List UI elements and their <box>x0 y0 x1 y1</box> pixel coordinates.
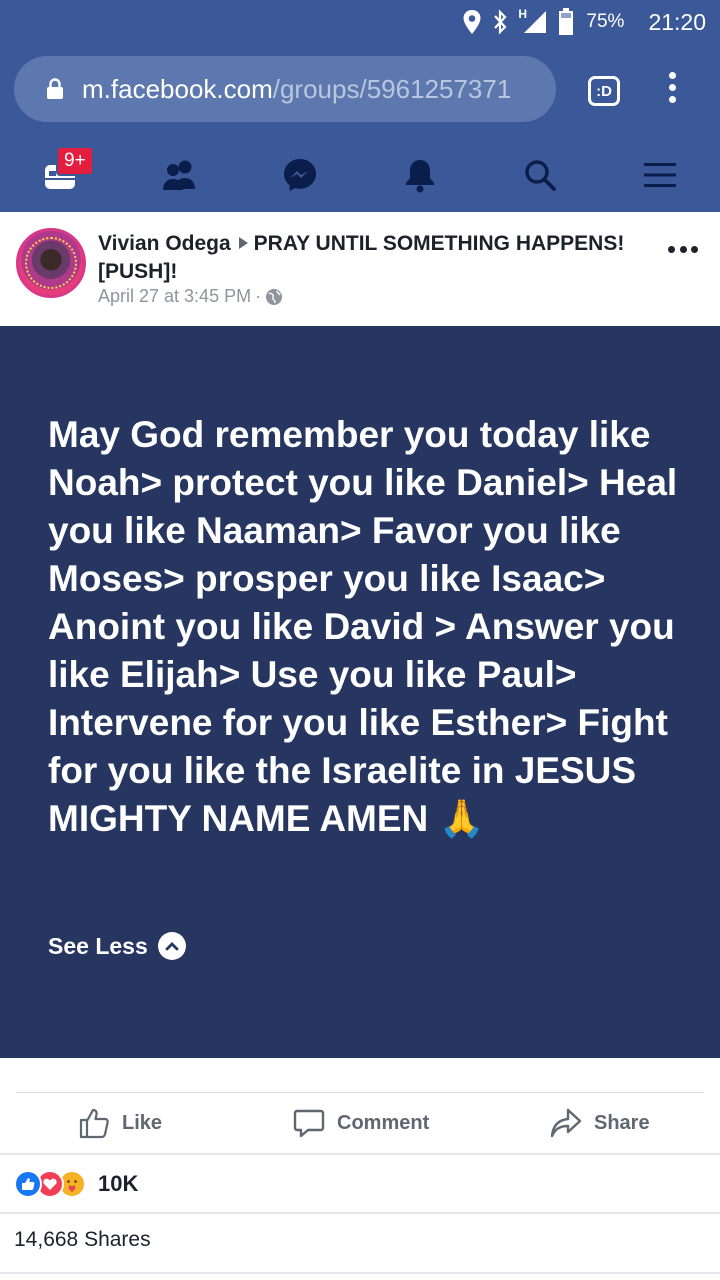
divider <box>0 1153 720 1155</box>
search-icon <box>525 160 556 191</box>
reaction-count: 10K <box>98 1171 139 1196</box>
praying-hands-emoji: 🙏 <box>438 798 485 839</box>
see-less-button[interactable]: See Less <box>48 932 186 960</box>
url-text: m.facebook.com/groups/5961257371 <box>82 74 511 105</box>
messenger-icon <box>284 159 316 191</box>
menu-icon <box>644 163 676 187</box>
share-button[interactable]: Share <box>550 1093 650 1153</box>
like-button[interactable]: Like <box>78 1093 162 1153</box>
author-avatar[interactable] <box>16 228 86 298</box>
nav-messenger[interactable] <box>270 150 330 200</box>
post-actions: Like Comment Share <box>0 1093 720 1153</box>
tab-switcher-button[interactable]: :D <box>588 76 620 106</box>
lock-icon <box>47 78 63 99</box>
globe-icon <box>266 288 283 305</box>
comment-icon <box>293 1109 325 1138</box>
divider <box>0 1212 720 1214</box>
notification-badge: 9+ <box>56 146 94 176</box>
post-timestamp[interactable]: April 27 at 3:45 PM <box>98 286 251 307</box>
like-label: Like <box>122 1111 163 1134</box>
nav-search[interactable] <box>510 150 570 200</box>
divider <box>0 1272 720 1274</box>
reactions-summary[interactable]: 10K <box>14 1168 138 1200</box>
battery-percent: 75% <box>586 11 625 32</box>
post-body: May God remember you today like Noah> pr… <box>0 326 720 1058</box>
url-domain: m.facebook.com <box>82 73 273 104</box>
status-bar: H 75% 21:20 <box>0 0 720 44</box>
bluetooth-icon <box>494 9 507 35</box>
browser-toolbar: m.facebook.com/groups/5961257371 :D <box>0 44 720 136</box>
address-bar[interactable]: m.facebook.com/groups/5961257371 <box>14 56 556 122</box>
notifications-icon <box>406 160 434 193</box>
share-label: Share <box>594 1111 650 1134</box>
signal-icon: H <box>518 7 548 35</box>
chevron-up-icon <box>157 932 186 960</box>
post-text: May God remember you today like Noah> pr… <box>48 411 688 843</box>
post-header: Vivian Odega PRAY UNTIL SOMETHING HAPPENS… <box>0 212 720 326</box>
nav-menu[interactable] <box>630 150 690 200</box>
nav-friends[interactable] <box>150 150 210 200</box>
meta-separator: · <box>255 286 262 306</box>
location-icon <box>463 10 481 34</box>
author-name[interactable]: Vivian Odega <box>98 232 231 255</box>
see-less-label: See Less <box>48 932 148 959</box>
post-author-line: Vivian Odega PRAY UNTIL SOMETHING HAPPENS… <box>98 230 658 286</box>
comment-button[interactable]: Comment <box>293 1093 429 1153</box>
facebook-nav-bar: 9+ <box>0 136 720 212</box>
posted-in-arrow-icon <box>238 237 248 249</box>
comment-label: Comment <box>337 1111 430 1134</box>
post-message: May God remember you today like Noah> pr… <box>48 414 678 839</box>
browser-menu-button[interactable] <box>660 72 684 112</box>
post-options-button[interactable] <box>668 246 698 256</box>
post-meta: April 27 at 3:45 PM · <box>98 286 283 307</box>
like-reaction-icon <box>14 1170 42 1198</box>
thumbs-up-icon <box>79 1108 109 1139</box>
url-path: /groups/5961257371 <box>272 73 512 104</box>
nav-notifications[interactable] <box>390 150 450 200</box>
friends-icon <box>163 160 195 190</box>
clock: 21:20 <box>648 8 706 35</box>
share-icon <box>550 1108 582 1138</box>
battery-icon <box>559 8 574 35</box>
share-count[interactable]: 14,668 Shares <box>14 1228 151 1252</box>
tab-switcher-label: :D <box>596 82 612 100</box>
